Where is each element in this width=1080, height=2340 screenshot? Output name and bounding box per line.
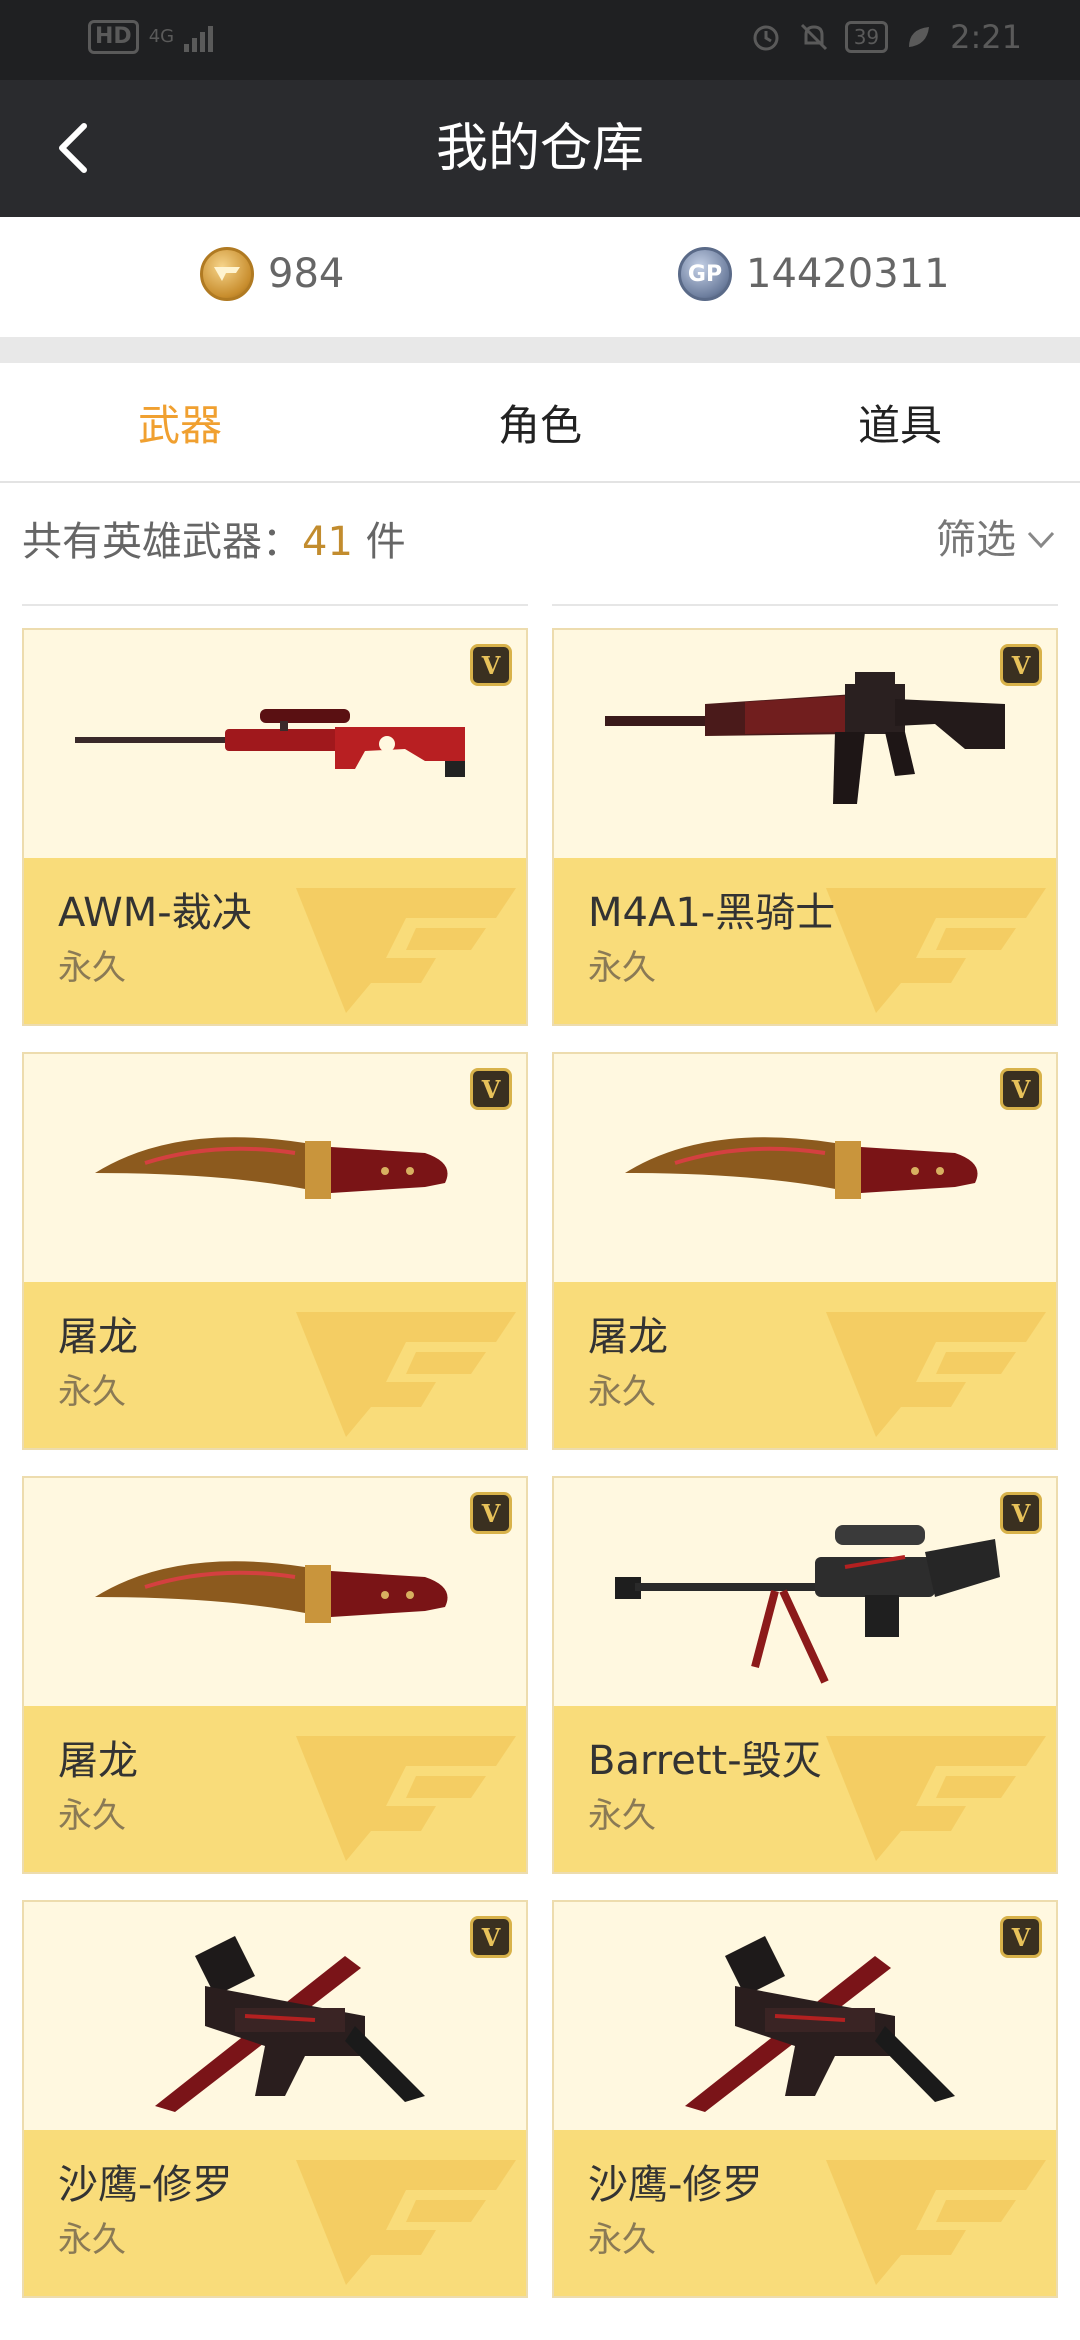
hd-badge: HD [88,20,139,54]
mute-icon [797,20,831,54]
v-badge-icon: V [1000,1492,1042,1534]
weapon-duration: 永久 [58,2220,126,2260]
cf-points: 984 [200,247,344,301]
weapon-name: 屠龙 [58,1314,138,1360]
weapon-card[interactable]: V 沙鹰-修罗 永久 [552,1900,1058,2298]
cf-logo-watermark [826,2160,1046,2285]
gp-points-value: 14420311 [746,251,950,297]
pistol-knife-icon [685,1936,955,2112]
cf-points-value: 984 [268,251,345,297]
weapon-card[interactable]: V 屠龙 永久 [22,1052,528,1450]
sniper-rifle-icon [75,709,465,777]
card-footer: 沙鹰-修罗 永久 [24,2130,526,2296]
weapon-duration: 永久 [58,1372,126,1412]
weapon-image [554,1478,1056,1706]
tab-weapons[interactable]: 武器 [0,401,360,451]
filter-button[interactable]: 筛选 [936,515,1056,565]
v-badge-icon: V [1000,1916,1042,1958]
currency-row: 984 GP 14420311 [0,217,1080,337]
weapon-card[interactable]: V AWM-裁决 永久 [22,628,528,1026]
weapon-name: 沙鹰-修罗 [58,2162,233,2208]
alarm-icon [749,20,783,54]
weapon-name: 沙鹰-修罗 [588,2162,763,2208]
weapon-image [24,630,526,858]
status-time: 2:21 [950,18,1022,56]
cf-logo-watermark [296,888,516,1013]
status-bar: HD 4G 39 2:21 [0,0,1080,80]
v-badge-icon: V [470,1916,512,1958]
count-number: 41 [302,519,353,565]
kukri-knife-icon [95,1561,448,1623]
category-tabs: 武器 角色 道具 [0,363,1080,483]
summary-row: 共有英雄武器：41 件 筛选 [0,485,1080,605]
cf-logo-watermark [826,888,1046,1013]
gp-points: GP 14420311 [678,247,950,301]
cf-logo-watermark [826,1312,1046,1437]
cf-logo-watermark [296,1312,516,1437]
battery-indicator: 39 [844,21,889,53]
card-footer: 沙鹰-修罗 永久 [554,2130,1056,2296]
weapon-name: 屠龙 [588,1314,668,1360]
separator-line [22,604,528,606]
weapon-duration: 永久 [58,948,126,988]
card-footer: 屠龙 永久 [24,1282,526,1448]
weapon-count: 共有英雄武器：41 件 [22,517,406,567]
heavy-sniper-icon [615,1525,1000,1684]
v-badge-icon: V [470,1492,512,1534]
weapon-image [24,1478,526,1706]
tab-characters[interactable]: 角色 [360,401,720,451]
card-footer: M4A1-黑骑士 永久 [554,858,1056,1024]
card-footer: 屠龙 永久 [554,1282,1056,1448]
weapon-image [554,630,1056,858]
assault-rifle-icon [605,672,1005,804]
network-type: 4G [148,26,175,47]
weapon-duration: 永久 [588,2220,656,2260]
weapon-image [554,1054,1056,1282]
count-suffix: 件 [352,519,406,565]
weapon-name: M4A1-黑骑士 [588,890,836,936]
chevron-down-icon [1027,531,1055,549]
separator-line [552,604,1058,606]
kukri-knife-icon [625,1137,978,1199]
section-divider [0,337,1080,363]
weapon-image [24,1902,526,2130]
weapon-card[interactable]: V Barrett-毁灭 永久 [552,1476,1058,1874]
gp-coin-icon: GP [678,247,732,301]
weapon-card[interactable]: V M4A1-黑骑士 永久 [552,628,1058,1026]
status-right: 39 2:21 [749,18,1022,56]
weapon-image [24,1054,526,1282]
status-left: HD 4G [88,20,214,54]
leaf-icon [902,20,936,54]
filter-label: 筛选 [936,517,1016,563]
weapon-card[interactable]: V 屠龙 永久 [22,1476,528,1874]
card-footer: AWM-裁决 永久 [24,858,526,1024]
weapon-duration: 永久 [58,1796,126,1836]
weapon-duration: 永久 [588,1372,656,1412]
cf-logo-watermark [296,2160,516,2285]
cf-logo-watermark [296,1736,516,1861]
weapon-name: 屠龙 [58,1738,138,1784]
weapon-name: Barrett-毁灭 [588,1738,822,1784]
card-footer: 屠龙 永久 [24,1706,526,1872]
cf-logo-watermark [826,1736,1046,1861]
v-badge-icon: V [1000,644,1042,686]
weapon-card[interactable]: V 沙鹰-修罗 永久 [22,1900,528,2298]
pistol-knife-icon [155,1936,425,2112]
tab-items[interactable]: 道具 [720,401,1080,451]
v-badge-icon: V [1000,1068,1042,1110]
signal-icon [184,22,214,52]
weapon-image [554,1902,1056,2130]
card-footer: Barrett-毁灭 永久 [554,1706,1056,1872]
app-header: 我的仓库 [0,80,1080,217]
weapon-name: AWM-裁决 [58,890,252,936]
cf-coin-icon [200,247,254,301]
kukri-knife-icon [95,1137,448,1199]
weapon-duration: 永久 [588,1796,656,1836]
weapon-card[interactable]: V 屠龙 永久 [552,1052,1058,1450]
page-title: 我的仓库 [435,119,644,179]
weapon-duration: 永久 [588,948,656,988]
v-badge-icon: V [470,644,512,686]
count-prefix: 共有英雄武器： [22,519,302,565]
v-badge-icon: V [470,1068,512,1110]
